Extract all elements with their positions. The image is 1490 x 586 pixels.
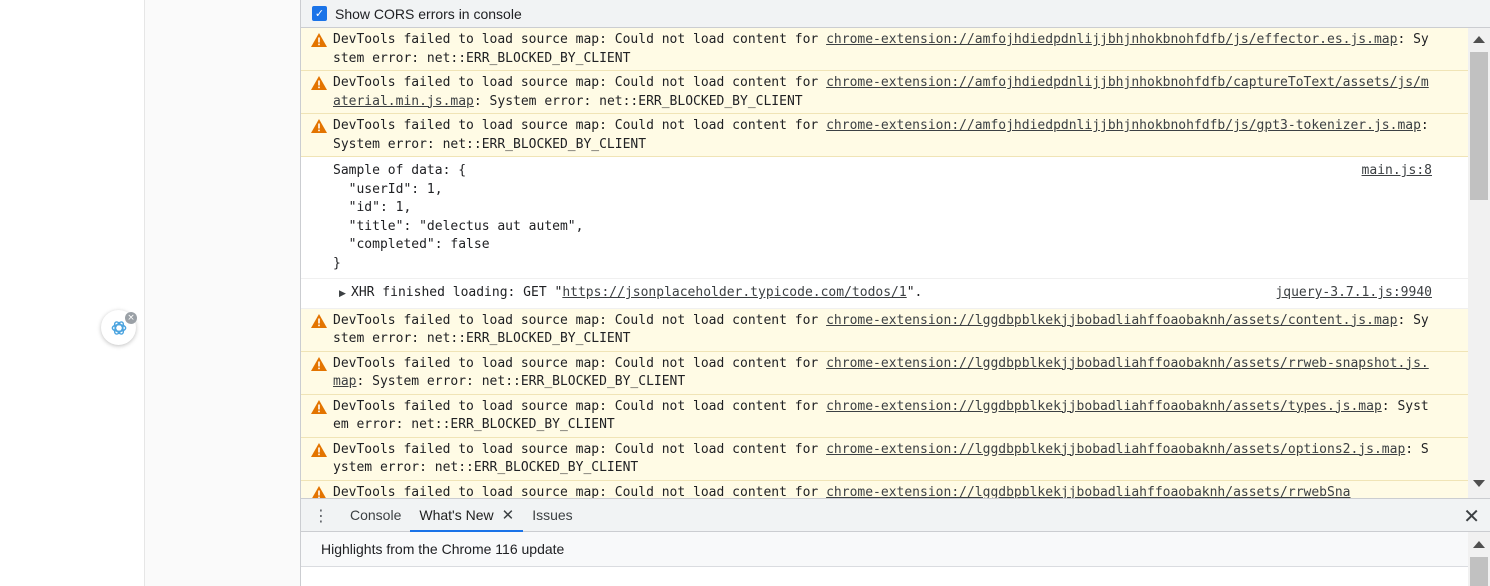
whats-new-scrollbar[interactable]: [1468, 532, 1490, 586]
tab-label: Console: [350, 507, 402, 523]
tab-label: What's New: [419, 507, 494, 523]
warning-link[interactable]: chrome-extension://lggdbpblkekjjbobadlia…: [826, 485, 1350, 499]
console-warning: DevTools failed to load source map: Coul…: [301, 394, 1468, 438]
tab-console[interactable]: Console: [341, 499, 410, 531]
warning-text: DevTools failed to load source map: Coul…: [333, 118, 827, 133]
scroll-thumb[interactable]: [1470, 52, 1488, 200]
warning-text: DevTools failed to load source map: Coul…: [333, 484, 827, 499]
warning-text: DevTools failed to load source map: Coul…: [333, 355, 827, 371]
warning-triangle-icon: [311, 76, 327, 90]
console-warning: DevTools failed to load source map: Coul…: [301, 480, 1468, 499]
page-content-area: ×: [0, 0, 145, 586]
cors-label[interactable]: Show CORS errors in console: [335, 6, 522, 22]
warning-triangle-icon: [311, 356, 327, 371]
warning-suffix: : System error: net::ERR_BLOCKED_BY_CLIE…: [356, 374, 686, 389]
whats-new-header: Highlights from the Chrome 116 update: [301, 532, 1468, 567]
devtools-panel: ✓ Show CORS errors in console DevTools f…: [301, 0, 1490, 586]
warning-text: DevTools failed to load source map: Coul…: [333, 441, 827, 457]
warning-link[interactable]: chrome-extension://lggdbpblkekjjbobadlia…: [826, 399, 1382, 414]
scroll-down-arrow-icon[interactable]: [1473, 480, 1485, 487]
xhr-url-link[interactable]: https://jsonplaceholder.typicode.com/tod…: [562, 285, 906, 300]
console-messages: DevTools failed to load source map: Coul…: [301, 28, 1468, 498]
close-drawer-icon[interactable]: ✕: [1463, 504, 1480, 528]
whats-new-title: Highlights from the Chrome 116 update: [321, 541, 565, 557]
close-icon[interactable]: ✕: [502, 506, 515, 524]
warning-text: DevTools failed to load source map: Coul…: [333, 75, 827, 90]
xhr-prefix: XHR finished loading: GET ": [351, 285, 563, 300]
source-link[interactable]: main.js:8: [1362, 162, 1432, 181]
source-link[interactable]: jquery-3.7.1.js:9940: [1275, 284, 1432, 303]
log-text: Sample of data: { "userId": 1, "id": 1, …: [333, 163, 584, 271]
warning-triangle-icon: [311, 313, 327, 328]
warning-triangle-icon: [311, 399, 327, 414]
scroll-thumb[interactable]: [1470, 557, 1488, 586]
extension-floating-button[interactable]: ×: [101, 310, 137, 345]
console-settings-row: ✓ Show CORS errors in console: [301, 0, 1490, 28]
close-icon[interactable]: ×: [125, 312, 137, 324]
console-warning: DevTools failed to load source map: Coul…: [301, 114, 1468, 157]
tab-issues[interactable]: Issues: [523, 499, 581, 531]
page-margin: [145, 0, 301, 586]
tab-label: Issues: [532, 507, 573, 523]
whats-new-body: [301, 567, 1468, 586]
more-vert-icon[interactable]: ⋮: [301, 499, 341, 531]
warning-triangle-icon: [311, 442, 327, 457]
expand-triangle-icon[interactable]: ▶: [339, 285, 346, 304]
scroll-up-arrow-icon[interactable]: [1473, 36, 1485, 43]
console-xhr[interactable]: ▶ XHR finished loading: GET "https://jso…: [301, 279, 1468, 309]
scroll-up-arrow-icon[interactable]: [1473, 541, 1485, 548]
warning-link[interactable]: chrome-extension://lggdbpblkekjjbobadlia…: [826, 313, 1397, 328]
drawer-tab-bar: ⋮ Console What's New ✕ Issues ✕: [301, 498, 1490, 532]
console-log: Sample of data: { "userId": 1, "id": 1, …: [301, 157, 1468, 279]
xhr-suffix: ".: [906, 285, 923, 300]
console-scrollbar[interactable]: [1468, 28, 1490, 498]
console-warning: DevTools failed to load source map: Coul…: [301, 437, 1468, 481]
console-warning: DevTools failed to load source map: Coul…: [301, 71, 1468, 114]
console-warning: DevTools failed to load source map: Coul…: [301, 308, 1468, 352]
cors-checkbox[interactable]: ✓: [312, 6, 327, 21]
warning-triangle-icon: [311, 119, 327, 133]
warning-link[interactable]: chrome-extension://amfojhdiedpdnlijjbhjn…: [826, 118, 1421, 133]
warning-text: DevTools failed to load source map: Coul…: [333, 312, 827, 328]
warning-suffix: : System error: net::ERR_BLOCKED_BY_CLIE…: [473, 93, 803, 109]
tab-whats-new[interactable]: What's New ✕: [410, 499, 524, 532]
warning-triangle-icon: [311, 485, 327, 498]
console-warning: DevTools failed to load source map: Coul…: [301, 28, 1468, 71]
warning-link[interactable]: chrome-extension://lggdbpblkekjjbobadlia…: [826, 442, 1405, 457]
warning-text: DevTools failed to load source map: Coul…: [333, 32, 827, 47]
warning-triangle-icon: [311, 33, 327, 47]
check-icon: ✓: [314, 7, 325, 20]
console-warning: DevTools failed to load source map: Coul…: [301, 351, 1468, 395]
warning-text: DevTools failed to load source map: Coul…: [333, 398, 827, 414]
warning-link[interactable]: chrome-extension://amfojhdiedpdnlijjbhjn…: [826, 32, 1397, 47]
